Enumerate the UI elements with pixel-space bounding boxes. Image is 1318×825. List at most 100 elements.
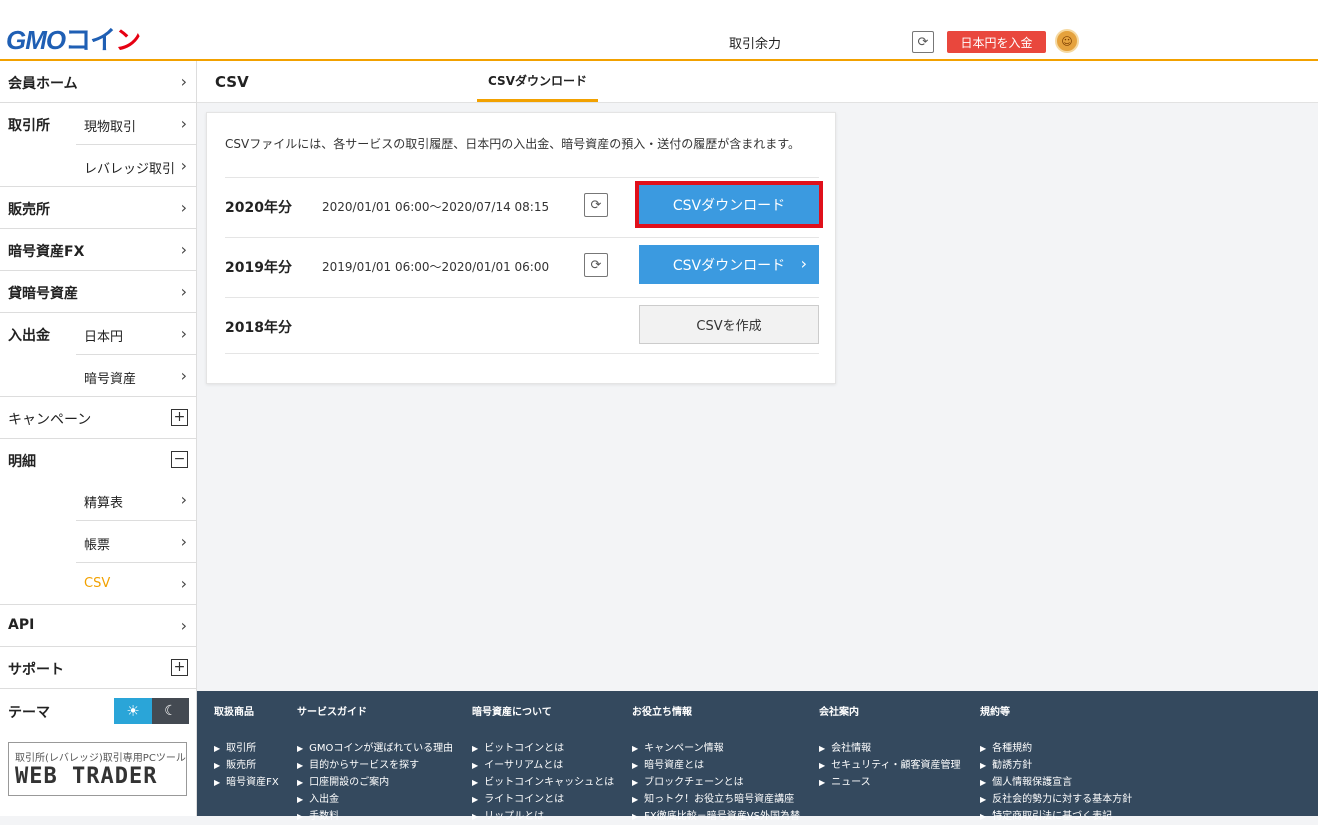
sidebar-item-label: 暗号資産FX [8,244,85,260]
sidebar-item-leverage[interactable]: レバレッジ取引 › [76,145,196,187]
create-csv-2018-button[interactable]: CSVを作成 [639,305,819,344]
footer-link[interactable]: 暗号資産FX [214,774,279,791]
footer-link[interactable]: 個人情報保護宣言 [980,774,1132,791]
theme-toggle[interactable]: ☀ ☾ [114,698,189,724]
sidebar-item-label: API [8,617,35,633]
footer-link[interactable]: FX徹底比較－暗号資産VS外国為替 [632,808,800,825]
plus-icon[interactable]: + [171,659,188,676]
sidebar-item-label: 暗号資産 [84,372,137,387]
sidebar-group-deposit: 入出金 [8,328,50,344]
footer-link[interactable]: ニュース [819,774,961,791]
chevron-right-icon: › [180,532,187,551]
footer-link[interactable]: 口座開設のご案内 [297,774,453,791]
sidebar-item-lending[interactable]: 貸暗号資産 › [0,271,196,313]
footer-link[interactable]: ビットコインキャッシュとは [472,774,614,791]
sidebar-item-label: キャンペーン [8,412,92,428]
sidebar-item-support[interactable]: サポート + [0,647,196,689]
button-label: CSVダウンロード [672,197,786,214]
deposit-jpy-button[interactable]: 日本円を入金 [947,31,1046,53]
sidebar-item-label: 明細 [8,454,36,470]
footer: 取扱商品 取引所 販売所 暗号資産FX サービスガイド GMOコインが選ばれてい… [197,691,1318,822]
sidebar-item-label: 日本円 [84,330,124,345]
footer-link[interactable]: リップルとは [472,808,614,825]
refresh-2020-button[interactable]: ⟳ [584,193,608,217]
sidebar-item-csv[interactable]: CSV › [76,563,196,605]
sidebar-item-spot[interactable]: 現物取引 › [76,103,196,145]
footer-link[interactable]: 勧誘方針 [980,757,1132,774]
sidebar-item-jpy[interactable]: 日本円 › [76,313,196,355]
chevron-right-icon: › [180,72,187,91]
avatar[interactable]: ☺ [1055,29,1079,53]
sidebar-item-label: 精算表 [84,496,124,511]
footer-link[interactable]: 入出金 [297,791,453,808]
sidebar-group-divider [0,145,76,187]
footer-link[interactable]: 特定商取引法に基づく表記 [980,808,1132,825]
divider [225,297,819,298]
sidebar-item-label: 貸暗号資産 [8,286,78,302]
webtrader-subtitle: 取引所(レバレッジ)取引専用PCツール [15,753,186,764]
footer-link[interactable]: 目的からサービスを探す [297,757,453,774]
footer-link[interactable]: GMOコインが選ばれている理由 [297,740,453,757]
year-label: 2020年分 [225,200,292,216]
chevron-right-icon: › [180,324,187,343]
footer-link[interactable]: 反社会的勢力に対する基本方針 [980,791,1132,808]
chevron-right-icon: › [180,616,187,635]
balance-label: 取引余力 [729,37,782,52]
footer-heading: 規約等 [980,707,1010,718]
sun-icon[interactable]: ☀ [114,698,152,724]
sidebar-group-divider [0,563,76,605]
chevron-right-icon: › [180,156,187,175]
footer-link[interactable]: 会社情報 [819,740,961,757]
header: GMOコイン 取引余力 ⟳ 日本円を入金 ☺ [0,0,1318,61]
footer-link[interactable]: イーサリアムとは [472,757,614,774]
sidebar-item-label: 現物取引 [84,120,137,135]
sidebar: 会員ホーム › 取引所 現物取引 › レバレッジ取引 › 販売所 › 暗号資産FX › 貸… [0,61,197,816]
sidebar-item-label: CSV [84,576,111,591]
sidebar-item-crypto[interactable]: 暗号資産 › [76,355,196,397]
moon-icon[interactable]: ☾ [152,698,189,724]
sidebar-item-settlement[interactable]: 精算表 › [76,479,196,521]
logo-coin-text: コイ [65,25,116,55]
refresh-icon: ⟳ [917,34,929,50]
theme-label: テーマ [8,705,50,721]
sidebar-item-details[interactable]: 明細 − [0,439,196,481]
refresh-balance-button[interactable]: ⟳ [912,31,934,53]
sidebar-item-member-home[interactable]: 会員ホーム › [0,61,196,103]
sidebar-item-api[interactable]: API › [0,605,196,647]
gmo-coin-logo[interactable]: GMOコイン [6,25,141,55]
footer-heading: 会社案内 [819,707,859,718]
footer-link[interactable]: 販売所 [214,757,279,774]
sidebar-group-divider [0,355,76,397]
logo-gmo-text: GMO [6,25,66,55]
sidebar-item-crypto-fx[interactable]: 暗号資産FX › [0,229,196,271]
minus-icon[interactable]: − [171,451,188,468]
sidebar-item-ledger[interactable]: 帳票 › [76,521,196,563]
plus-icon[interactable]: + [171,409,188,426]
footer-heading: サービスガイド [297,707,367,718]
csv-download-2020-button[interactable]: CSVダウンロード [635,181,823,228]
footer-link[interactable]: 知っトク！お役立ち暗号資産講座 [632,791,800,808]
footer-link[interactable]: キャンペーン情報 [632,740,800,757]
footer-link[interactable]: 取引所 [214,740,279,757]
chevron-right-icon: › [180,240,187,259]
footer-link[interactable]: ライトコインとは [472,791,614,808]
tab-csv-download[interactable]: CSVダウンロード [477,61,598,102]
chevron-right-icon: › [180,114,187,133]
csv-download-2019-button[interactable]: CSVダウンロード › [639,245,819,284]
refresh-2019-button[interactable]: ⟳ [584,253,608,277]
divider [225,353,819,354]
footer-link[interactable]: ビットコインとは [472,740,614,757]
footer-link[interactable]: 各種規約 [980,740,1132,757]
footer-link[interactable]: セキュリティ・顧客資産管理 [819,757,960,774]
sidebar-item-sales[interactable]: 販売所 › [0,187,196,229]
footer-link[interactable]: 暗号資産とは [632,757,800,774]
footer-link[interactable]: ブロックチェーンとは [632,774,800,791]
csv-description: CSVファイルには、各サービスの取引履歴、日本円の入出金、暗号資産の預入・送付の… [225,137,801,151]
sidebar-item-campaign[interactable]: キャンペーン + [0,397,196,439]
webtrader-banner[interactable]: 取引所(レバレッジ)取引専用PCツール WEB TRADER [8,742,187,796]
footer-link[interactable]: 手数料 [297,808,453,825]
refresh-icon: ⟳ [590,257,602,273]
chevron-right-icon: › [180,490,187,509]
footer-heading: 暗号資産について [472,707,552,718]
divider [225,237,819,238]
